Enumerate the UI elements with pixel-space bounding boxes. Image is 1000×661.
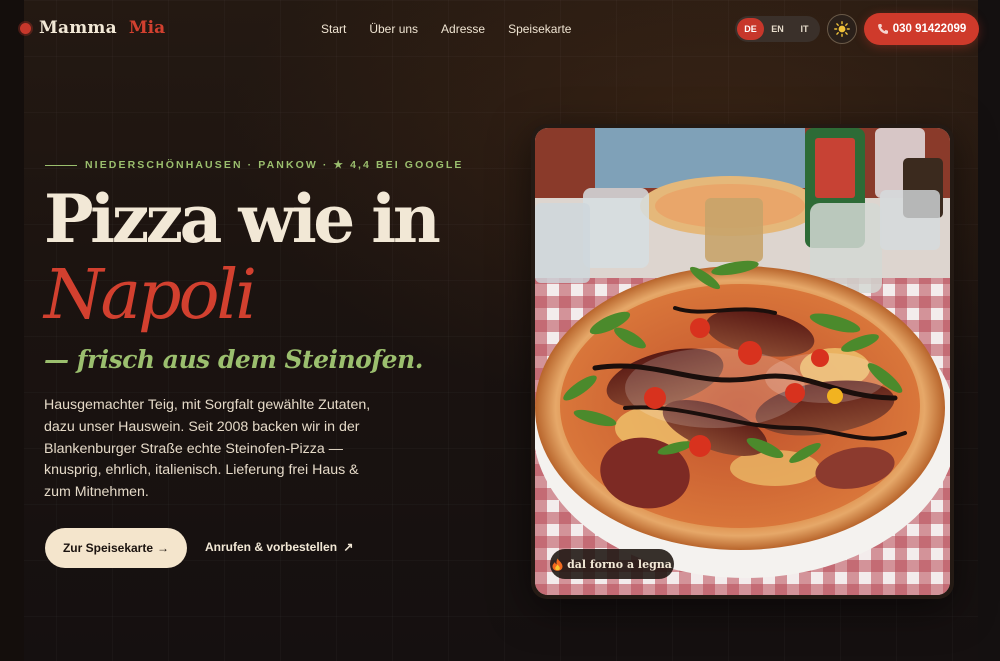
arrow-right-icon: → bbox=[157, 541, 170, 555]
pizza-photo bbox=[535, 128, 950, 595]
hero-lead-text: Hausgemachter Teig, mit Sorgfalt gewählt… bbox=[44, 397, 371, 501]
call-link-label: Anrufen & vorbestellen bbox=[205, 540, 338, 554]
site-header: Mamma Mia Start Über uns Adresse Speisek… bbox=[0, 0, 1000, 58]
logo[interactable]: Mamma Mia bbox=[20, 18, 165, 38]
logo-word-mamma: Mamma bbox=[39, 18, 117, 38]
lang-option-en[interactable]: EN bbox=[764, 18, 791, 40]
headline-line-2: Napoli bbox=[44, 256, 257, 335]
headline-line-1: Pizza wie in bbox=[44, 180, 441, 258]
main-nav: Start Über uns Adresse Speisekarte bbox=[321, 22, 594, 36]
phone-number: 030 91422099 bbox=[892, 23, 967, 35]
right-edge bbox=[978, 0, 1000, 661]
logo-dot-icon bbox=[20, 22, 31, 34]
eyebrow-text: NIEDERSCHÖNHAUSEN · PANKOW · ★ 4,4 BEI G… bbox=[85, 159, 464, 171]
nav-item-adresse[interactable]: Adresse bbox=[441, 22, 485, 36]
pizza-illustration bbox=[535, 128, 950, 595]
arrow-up-right-icon: ↗ bbox=[343, 540, 354, 554]
menu-button[interactable]: Zur Speisekarte → bbox=[45, 528, 187, 568]
left-edge bbox=[0, 0, 24, 661]
call-link[interactable]: Anrufen & vorbestellen ↗ bbox=[205, 540, 353, 554]
eyebrow-divider bbox=[45, 164, 77, 166]
lang-option-de[interactable]: DE bbox=[737, 18, 764, 40]
language-switcher: DE EN IT bbox=[735, 16, 820, 42]
photo-badge-label: dal forno a legna bbox=[567, 557, 672, 571]
lang-option-it[interactable]: IT bbox=[791, 18, 818, 40]
logo-word-mia: Mia bbox=[128, 18, 166, 38]
hero-eyebrow: NIEDERSCHÖNHAUSEN · PANKOW · ★ 4,4 BEI G… bbox=[45, 159, 464, 171]
fire-icon bbox=[552, 558, 563, 571]
nav-item-start[interactable]: Start bbox=[321, 22, 346, 36]
photo-badge: dal forno a legna bbox=[550, 549, 674, 579]
theme-toggle-button[interactable] bbox=[827, 14, 857, 44]
menu-button-label: Zur Speisekarte bbox=[62, 541, 154, 555]
sun-icon bbox=[834, 21, 850, 37]
nav-item-speisekarte[interactable]: Speisekarte bbox=[508, 22, 571, 36]
phone-icon bbox=[877, 24, 888, 34]
hero-photo-card bbox=[531, 124, 954, 599]
nav-item-ueber-uns[interactable]: Über uns bbox=[369, 22, 418, 36]
headline-line-3: — frisch aus dem Steinofen. bbox=[44, 345, 423, 374]
phone-button[interactable]: 030 91422099 bbox=[864, 13, 979, 45]
